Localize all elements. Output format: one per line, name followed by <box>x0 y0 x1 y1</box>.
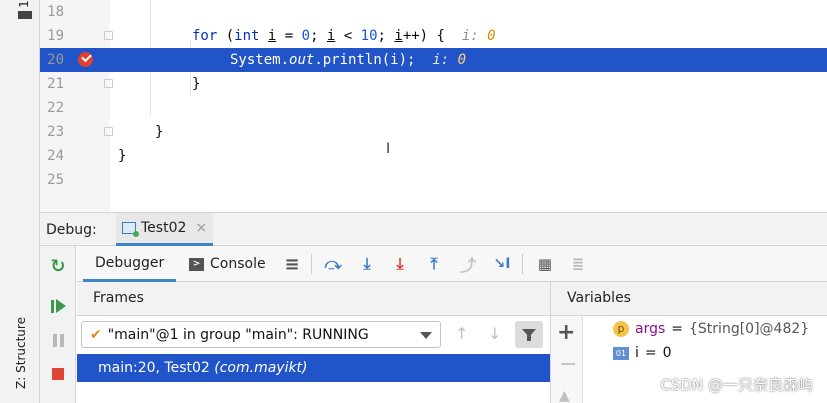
primitive-icon: 01 <box>613 346 629 360</box>
parameter-icon: p <box>613 321 629 337</box>
thread-dropdown[interactable]: ✔ "main"@1 in group "main": RUNNING <box>81 321 441 348</box>
debug-actions-column: ↻ <box>40 246 76 403</box>
drop-frame-icon[interactable]: ⤴ <box>458 254 478 275</box>
breakpoint-icon[interactable] <box>78 52 93 67</box>
project-tab-label: 1 <box>16 0 31 8</box>
inline-value-hint: i: 0 <box>432 52 467 68</box>
variable-equals: = <box>644 345 657 361</box>
code-line-24: 24 } <box>40 144 827 168</box>
variable-row[interactable]: 01 i = 0 <box>613 342 672 364</box>
line-number: 20 <box>47 52 64 68</box>
folder-icon <box>18 11 32 19</box>
tab-console-label: Console <box>210 256 266 272</box>
fold-marker[interactable] <box>104 127 113 136</box>
run-config-icon <box>122 222 139 237</box>
line-number: 22 <box>47 100 64 116</box>
chevron-down-icon <box>420 332 432 339</box>
variable-value: {String[0]@482} <box>689 321 810 337</box>
code-line-20-current: 20 System.out.println(i); i: 0 <box>40 48 827 72</box>
arrow-up-icon[interactable]: ↑ <box>455 324 468 343</box>
debug-tool-window-header: Debug: Test02 × <box>40 212 827 246</box>
move-up-icon[interactable]: ▲ <box>559 388 570 403</box>
close-icon[interactable]: × <box>195 220 207 236</box>
menu-icon[interactable]: ≡ <box>282 254 302 275</box>
project-tool-tab[interactable]: 1 <box>16 0 34 22</box>
code-text: for (int i = 0; i < 10; i++) { i: 0 <box>192 28 496 44</box>
thread-selector-row: ✔ "main"@1 in group "main": RUNNING ↑ ↓ <box>77 316 550 352</box>
arrow-down-icon[interactable]: ↓ <box>488 324 501 343</box>
code-line-22: 22 <box>40 96 827 120</box>
tab-debugger[interactable]: Debugger <box>83 246 177 282</box>
code-text: } <box>118 148 127 164</box>
left-tool-stripe: 1 Z: Structure <box>0 0 40 403</box>
code-line-19: 19 for (int i = 0; i < 10; i++) { i: 0 <box>40 24 827 48</box>
tab-debugger-label: Debugger <box>95 254 165 271</box>
debugger-toolbar: Debugger > Console ≡ ⤼ ⤓ ⤓ ⤒ ⤴ ↘I ▦ ≣ <box>77 246 827 282</box>
frame-method: main:20, Test02 <box>98 360 210 376</box>
code-text: } <box>192 76 201 92</box>
session-label: Test02 <box>141 220 187 236</box>
frames-header: Frames <box>77 282 550 316</box>
structure-tab-label: Z: Structure <box>14 317 28 389</box>
line-number: 18 <box>47 4 64 20</box>
line-number: 21 <box>47 76 64 92</box>
remove-watch-icon[interactable]: − <box>559 352 577 377</box>
force-step-into-icon[interactable]: ⤓ <box>390 254 410 274</box>
code-line-23: 23 } <box>40 120 827 144</box>
console-icon: > <box>189 257 204 271</box>
code-line-21: 21 } <box>40 72 827 96</box>
frame-package: (com.mayikt) <box>214 360 308 376</box>
evaluate-expression-icon[interactable]: ▦ <box>535 254 555 274</box>
variable-equals: = <box>671 321 684 337</box>
structure-tool-tab[interactable]: Z: Structure <box>12 310 30 400</box>
trace-settings-icon[interactable]: ≣ <box>568 254 588 274</box>
variable-value: 0 <box>662 345 672 361</box>
toolbar-separator <box>311 254 312 274</box>
code-text: } <box>155 124 164 140</box>
rerun-icon[interactable]: ↻ <box>48 256 68 277</box>
variables-header: Variables <box>551 282 827 316</box>
variable-name: i <box>635 345 639 361</box>
add-watch-icon[interactable]: + <box>557 320 575 345</box>
watermark: CSDN @一只奈良森屿 <box>660 376 813 394</box>
variable-name: args <box>635 321 666 337</box>
run-to-cursor-icon[interactable]: ↘I <box>492 254 512 274</box>
fold-marker[interactable] <box>104 79 113 88</box>
inline-value-hint: i: 0 <box>461 28 496 44</box>
step-over-icon[interactable]: ⤼ <box>323 254 343 274</box>
code-line-18: 18 <box>40 0 827 24</box>
check-icon: ✔ <box>90 326 102 343</box>
toolbar-separator <box>522 254 523 274</box>
text-cursor-icon: I <box>386 141 391 157</box>
variables-toolbar: + − ▲ <box>551 316 583 403</box>
filter-icon[interactable] <box>515 321 543 348</box>
line-number: 23 <box>47 124 64 140</box>
debug-session-tab[interactable]: Test02 × <box>116 213 214 246</box>
step-into-icon[interactable]: ⤓ <box>357 254 377 274</box>
fold-marker[interactable] <box>104 31 113 40</box>
stop-icon[interactable] <box>48 364 68 384</box>
step-out-icon[interactable]: ⤒ <box>424 254 444 274</box>
tab-console[interactable]: > Console <box>189 246 266 282</box>
variable-row[interactable]: p args = {String[0]@482} <box>613 318 809 340</box>
pause-icon[interactable] <box>48 330 68 350</box>
code-editor[interactable]: 18 19 for (int i = 0; i < 10; i++) { i: … <box>40 0 827 212</box>
line-number: 25 <box>47 172 64 188</box>
line-number: 19 <box>47 28 64 44</box>
stack-frame-row[interactable]: main:20, Test02 (com.mayikt) <box>77 354 550 382</box>
line-number: 24 <box>47 148 64 164</box>
code-line-25: 25 <box>40 168 827 192</box>
frames-pane: Frames ✔ "main"@1 in group "main": RUNNI… <box>77 282 551 403</box>
debug-title: Debug: <box>46 222 97 238</box>
thread-label: "main"@1 in group "main": RUNNING <box>107 326 369 343</box>
code-text: System.out.println(i); i: 0 <box>230 52 467 68</box>
resume-program-icon[interactable] <box>48 296 68 316</box>
